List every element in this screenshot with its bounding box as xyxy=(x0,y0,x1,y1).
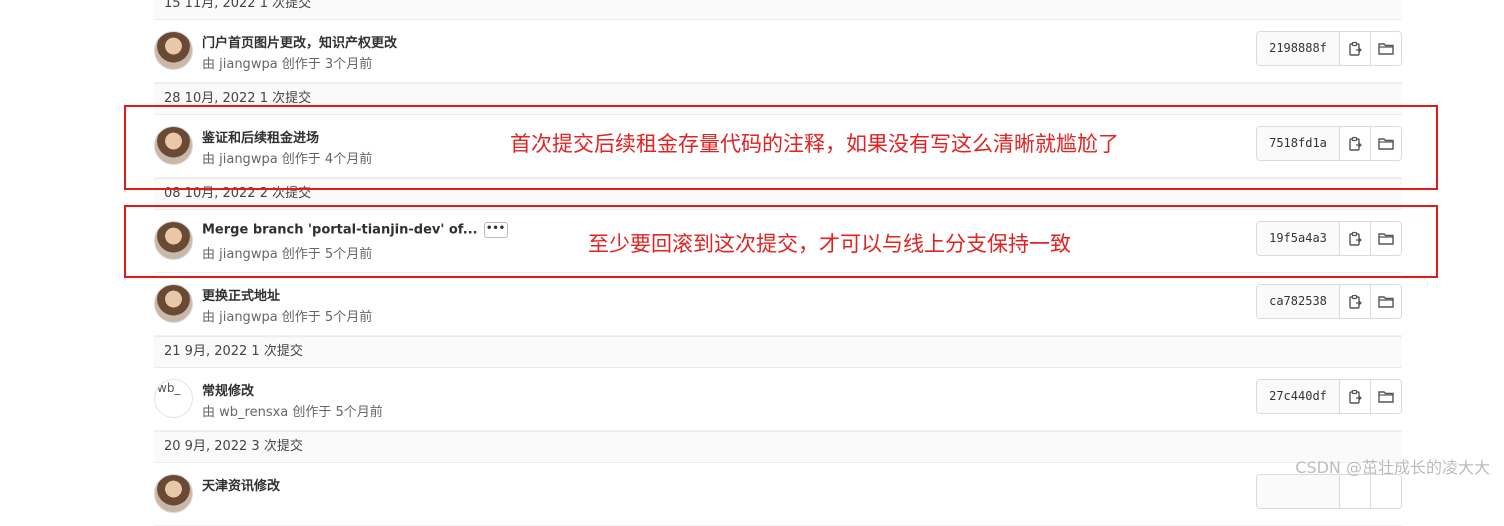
avatar[interactable] xyxy=(154,284,193,323)
browse-files-button[interactable] xyxy=(1371,285,1401,318)
browse-files-button[interactable] xyxy=(1371,475,1401,508)
commit-row: 门户首页图片更改，知识产权更改 由 jiangwpa 创作于 3个月前 2198… xyxy=(154,20,1402,83)
day-header-label: 15 11月, 2022 1 次提交 xyxy=(164,0,312,11)
copy-sha-button[interactable] xyxy=(1340,380,1371,413)
browse-files-button[interactable] xyxy=(1371,380,1401,413)
copy-sha-button[interactable] xyxy=(1340,285,1371,318)
commit-row: wb_ 常规修改 由 wb_rensxa 创作于 5个月前 27c440df xyxy=(154,368,1402,431)
commit-meta: 由 jiangwpa 创作于 3个月前 xyxy=(202,57,373,72)
day-header-label: 28 10月, 2022 1 次提交 xyxy=(164,91,312,106)
commit-sha-button[interactable]: 2198888f xyxy=(1257,32,1340,65)
day-header-label: 20 9月, 2022 3 次提交 xyxy=(164,439,303,454)
avatar[interactable] xyxy=(154,31,193,70)
commit-title[interactable]: 天津资讯修改 xyxy=(202,475,280,494)
clipboard-copy-icon xyxy=(1349,294,1362,309)
commit-actions: ca782538 xyxy=(1256,284,1402,319)
clipboard-copy-icon xyxy=(1349,389,1362,404)
commit-actions xyxy=(1256,474,1402,509)
day-header: 20 9月, 2022 3 次提交 xyxy=(154,431,1402,463)
folder-icon xyxy=(1378,296,1394,308)
commit-sha-button[interactable] xyxy=(1257,475,1340,508)
commit-title[interactable]: 常规修改 xyxy=(202,380,254,399)
avatar[interactable] xyxy=(154,474,193,513)
day-header-label: 21 9月, 2022 1 次提交 xyxy=(164,344,303,359)
clipboard-copy-icon xyxy=(1349,41,1362,56)
folder-icon xyxy=(1378,43,1394,55)
day-header: 21 9月, 2022 1 次提交 xyxy=(154,336,1402,368)
avatar-broken-image[interactable]: wb_ xyxy=(154,379,193,418)
copy-sha-button[interactable] xyxy=(1340,475,1371,508)
day-header: 15 11月, 2022 1 次提交 xyxy=(154,0,1402,20)
commit-sha-button[interactable]: ca782538 xyxy=(1257,285,1340,318)
commit-actions: 27c440df xyxy=(1256,379,1402,414)
commit-row: 天津资讯修改 xyxy=(154,463,1402,526)
copy-sha-button[interactable] xyxy=(1340,32,1371,65)
browse-files-button[interactable] xyxy=(1371,32,1401,65)
commit-row: 更换正式地址 由 jiangwpa 创作于 5个月前 ca782538 xyxy=(154,273,1402,336)
folder-icon xyxy=(1378,391,1394,403)
watermark: CSDN @茁壮成长的凌大大 xyxy=(1295,458,1490,477)
commit-title[interactable]: 更换正式地址 xyxy=(202,285,280,304)
annotation-text-second: 至少要回滚到这次提交，才可以与线上分支保持一致 xyxy=(588,232,1071,256)
annotation-text-first: 首次提交后续租金存量代码的注释，如果没有写这么清晰就尴尬了 xyxy=(510,132,1119,156)
commit-meta: 由 jiangwpa 创作于 5个月前 xyxy=(202,310,373,325)
avatar-alt-text: wb_ xyxy=(157,381,181,395)
commit-actions: 2198888f xyxy=(1256,31,1402,66)
commit-title[interactable]: 门户首页图片更改，知识产权更改 xyxy=(202,32,397,51)
commit-meta: 由 wb_rensxa 创作于 5个月前 xyxy=(202,405,383,420)
commit-sha-button[interactable]: 27c440df xyxy=(1257,380,1340,413)
